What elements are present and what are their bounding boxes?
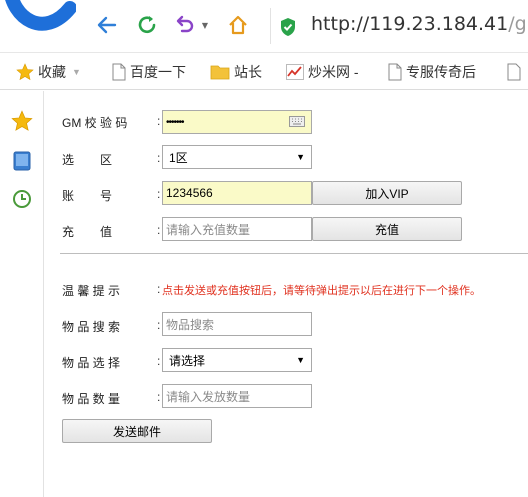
- recharge-button[interactable]: 充值: [312, 217, 462, 241]
- bookmark-folder-zhanzhang[interactable]: 站长: [210, 61, 262, 83]
- colon: :: [157, 390, 161, 404]
- star-icon: [11, 110, 33, 131]
- url-text: http://119.23.184.41/gm/: [311, 13, 528, 35]
- recharge-label-char: 充: [62, 225, 75, 239]
- add-vip-button[interactable]: 加入VIP: [312, 181, 462, 205]
- bookmark-zhuanfu[interactable]: 专服传奇后: [388, 61, 476, 83]
- colon: :: [157, 187, 161, 201]
- gm-code-value: •••••••: [166, 116, 184, 128]
- account-label: 账号: [62, 187, 112, 204]
- gm-code-input[interactable]: •••••••: [162, 110, 312, 134]
- server-select[interactable]: 1区 ▼: [162, 145, 312, 169]
- tip-notice-text: 点击发送或充值按钮后，请等待弹出提示以后在进行下一个操作。: [162, 285, 481, 297]
- item-search-input[interactable]: 物品搜索: [162, 312, 312, 336]
- address-bar[interactable]: http://119.23.184.41/gm/: [270, 8, 528, 44]
- colon: :: [157, 282, 161, 296]
- recharge-amount-input[interactable]: 请输入充值数量: [162, 217, 312, 241]
- item-qty-label: 物 品 数 量: [62, 392, 121, 406]
- account-value: 1234566: [166, 186, 213, 200]
- tablet-icon: [13, 151, 31, 171]
- account-label-char: 账: [62, 189, 75, 203]
- undo-icon: [176, 15, 194, 33]
- back-button[interactable]: [94, 12, 120, 38]
- star-icon: [16, 63, 34, 81]
- page-icon: [112, 63, 126, 81]
- item-select-label: 物 品 选 择: [62, 356, 121, 370]
- browser-sidebar: [0, 91, 44, 497]
- bookmark-baidu[interactable]: 百度一下: [112, 61, 186, 83]
- home-button[interactable]: [225, 12, 251, 38]
- section-divider: [60, 253, 528, 254]
- chart-icon: [286, 64, 304, 80]
- chevron-down-icon: ▼: [72, 67, 81, 77]
- colon: :: [157, 318, 161, 332]
- server-label: 选区: [62, 151, 112, 168]
- clock-icon: [13, 190, 31, 208]
- item-search-label: 物 品 搜 索: [62, 320, 121, 334]
- sidebar-tablet-button[interactable]: [10, 149, 34, 173]
- folder-icon: [210, 65, 230, 80]
- bookmarks-bar: 收藏 ▼ 百度一下 站长 炒米网 - 专服传奇后: [0, 52, 528, 90]
- account-input[interactable]: 1234566: [162, 181, 312, 205]
- tip-label: 温 馨 提 示: [62, 284, 121, 298]
- sidebar-favorites-button[interactable]: [10, 109, 34, 133]
- server-label-char: 选: [62, 153, 75, 167]
- bookmark-favorites[interactable]: 收藏 ▼: [16, 61, 81, 83]
- undo-button[interactable]: [172, 12, 198, 38]
- item-select-value: 请选择: [169, 353, 206, 368]
- gm-form: GM 校 验 码 : ••••••• 选区 : 1区 ▼ 账号 : 123456…: [44, 91, 528, 497]
- item-qty-placeholder: 请输入发放数量: [166, 389, 251, 404]
- security-shield-icon: [281, 18, 295, 36]
- page-icon: [507, 63, 521, 81]
- browser-toolbar: ▼ http://119.23.184.41/gm/: [0, 0, 528, 52]
- undo-dropdown[interactable]: ▼: [199, 12, 211, 38]
- recharge-placeholder: 请输入充值数量: [166, 222, 251, 237]
- send-mail-button[interactable]: 发送邮件: [62, 419, 212, 443]
- chevron-down-icon: ▼: [296, 152, 305, 162]
- page-icon: [388, 63, 402, 81]
- item-quantity-input[interactable]: 请输入发放数量: [162, 384, 312, 408]
- refresh-icon: [138, 16, 156, 34]
- bookmark-chaomi[interactable]: 炒米网 -: [286, 61, 359, 83]
- colon: :: [157, 114, 161, 128]
- gm-code-label: GM 校 验 码: [62, 116, 128, 130]
- colon: :: [157, 223, 161, 237]
- refresh-button[interactable]: [134, 12, 160, 38]
- server-select-value: 1区: [169, 150, 188, 165]
- home-icon: [229, 15, 247, 35]
- bookmark-overflow[interactable]: [507, 61, 525, 83]
- chevron-down-icon: ▼: [296, 355, 305, 365]
- item-search-placeholder: 物品搜索: [166, 317, 215, 332]
- sidebar-history-button[interactable]: [10, 187, 34, 211]
- colon: :: [157, 354, 161, 368]
- keyboard-icon[interactable]: [289, 116, 305, 127]
- recharge-label-char: 值: [99, 225, 112, 239]
- account-label-char: 号: [99, 189, 112, 203]
- server-label-char: 区: [99, 153, 112, 167]
- back-arrow-icon: [97, 16, 117, 34]
- item-select[interactable]: 请选择 ▼: [162, 348, 312, 372]
- recharge-label: 充值: [62, 223, 112, 240]
- colon: :: [157, 151, 161, 165]
- browser-logo: [4, 0, 77, 40]
- chevron-down-icon: ▼: [201, 20, 209, 30]
